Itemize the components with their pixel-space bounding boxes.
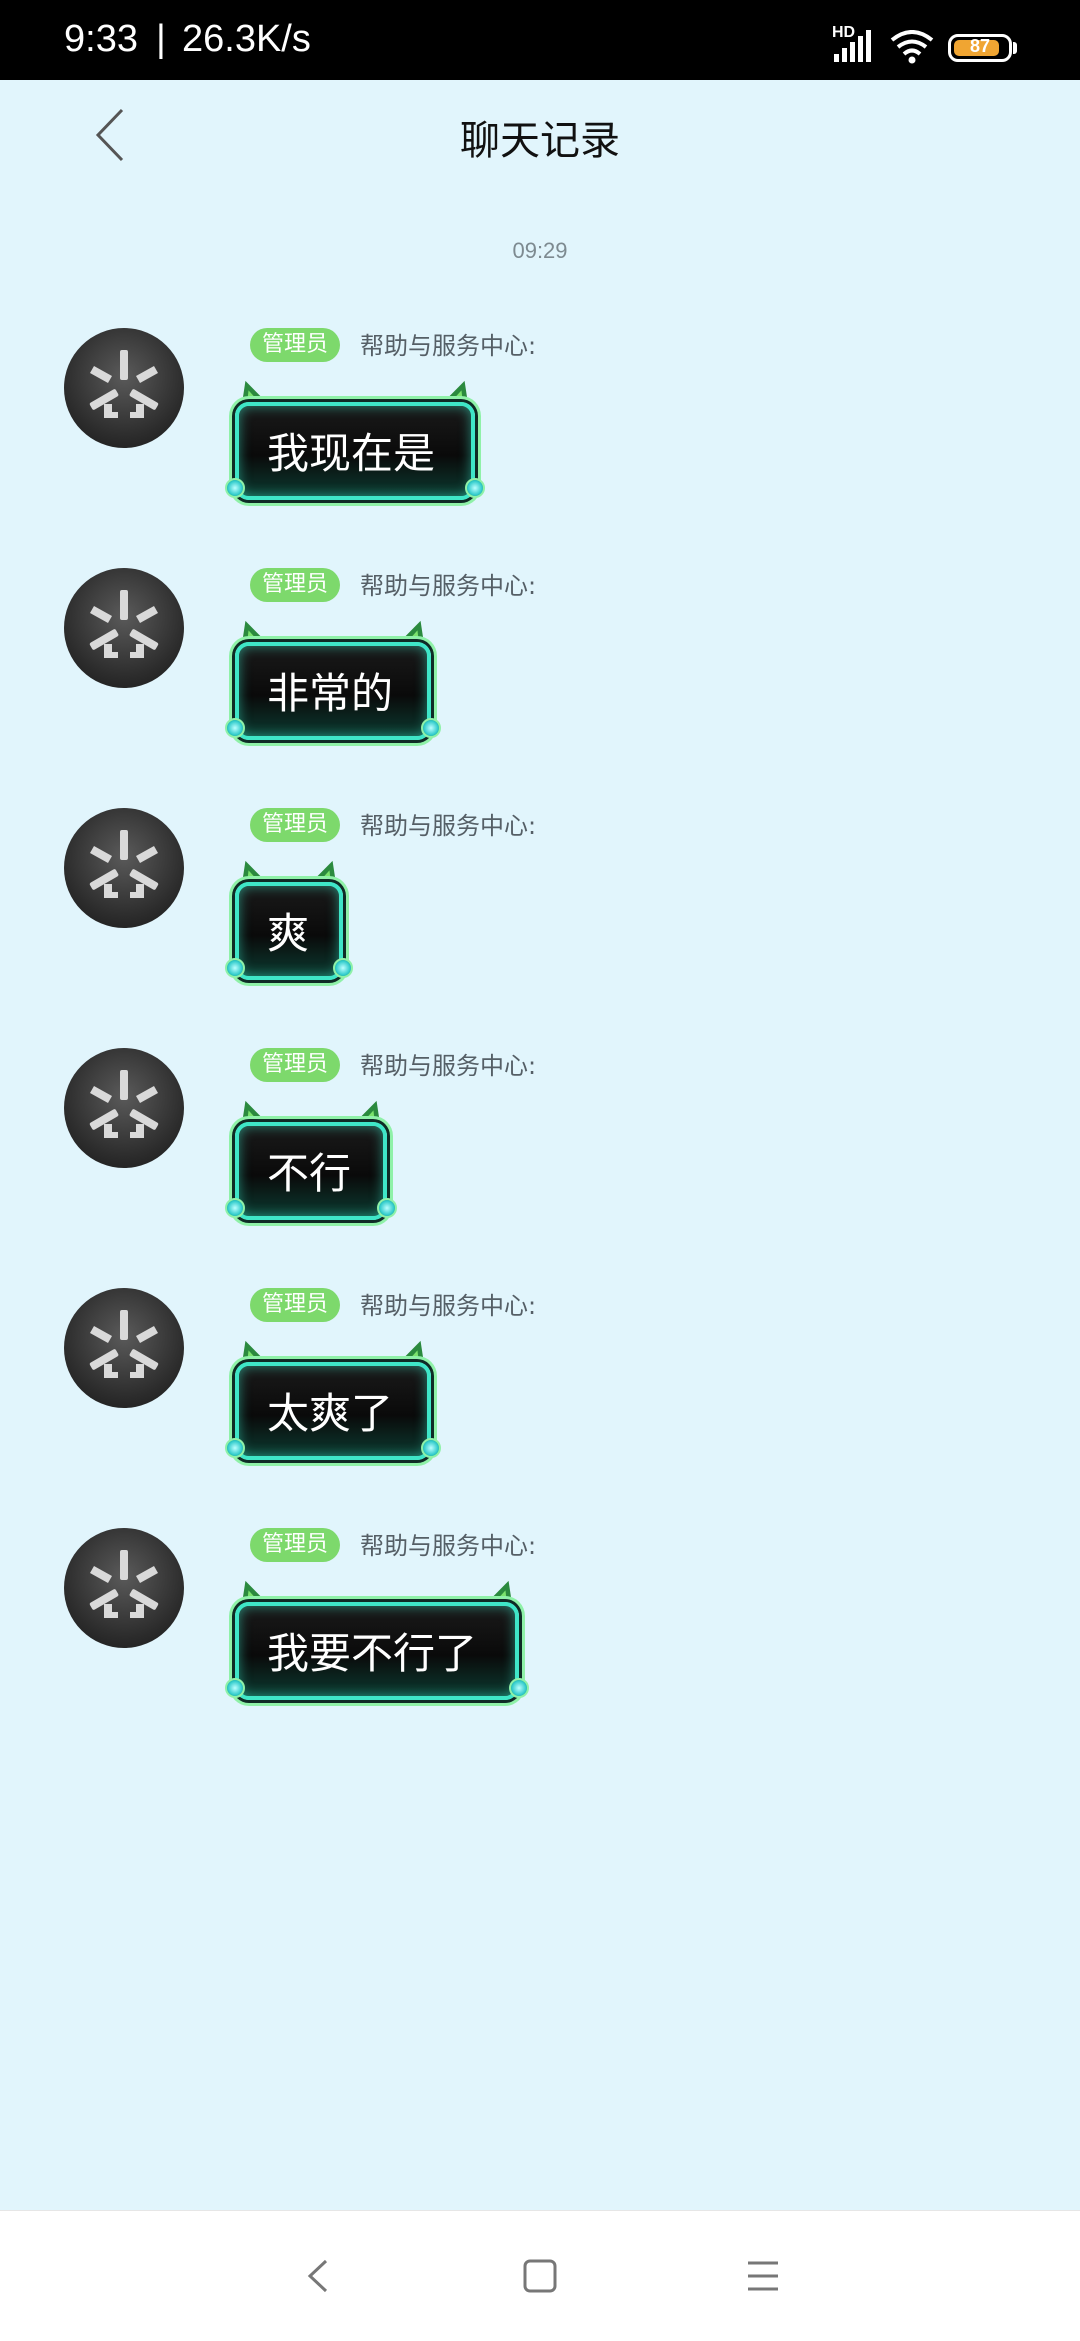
admin-badge: 管理员 [250,328,341,362]
chat-timestamp: 09:29 [512,238,568,263]
avatar[interactable] [64,328,184,448]
message-item: 管理员 帮助与服务中心: 非常的 [0,568,1080,768]
avatar[interactable] [64,568,184,688]
system-nav-bar [0,2210,1080,2341]
sender-name: 帮助与服务中心: [360,1532,537,1560]
sender-name: 帮助与服务中心: [360,572,537,600]
service-center-icon [89,830,159,898]
service-center-icon [89,590,159,658]
avatar[interactable] [64,808,184,928]
message-item: 管理员 帮助与服务中心: 我要不行了 [0,1528,1080,1728]
admin-badge: 管理员 [250,568,341,602]
message-item: 管理员 帮助与服务中心: 不行 [0,1048,1080,1248]
bubble-gem-left [225,1678,245,1698]
message-item: 管理员 帮助与服务中心: 爽 [0,808,1080,1008]
bubble-gem-right [377,1198,397,1218]
menu-lines-icon [748,2261,778,2291]
admin-badge: 管理员 [250,1288,341,1322]
bubble-gem-left [225,1198,245,1218]
avatar[interactable] [64,1288,184,1408]
bubble-gem-right [509,1678,529,1698]
bubble-gem-right [421,1438,441,1458]
message-bubble[interactable]: 非常的 [225,615,441,746]
service-center-icon [89,350,159,418]
message-text: 不行 [267,1149,352,1198]
bubble-gem-right [421,718,441,738]
message-text: 我现在是 [267,429,436,478]
avatar[interactable] [64,1048,184,1168]
battery-level: 87 [969,36,991,56]
signal-icon [834,30,871,62]
battery-icon: 87 [948,34,1012,62]
status-separator: | [156,18,166,60]
nav-back-button[interactable] [296,2253,342,2299]
message-text: 我要不行了 [267,1629,478,1678]
home-square-icon [523,2259,557,2293]
wifi-icon [890,30,934,64]
sender-name: 帮助与服务中心: [360,332,537,360]
message-text: 非常的 [267,669,394,718]
message-item: 管理员 帮助与服务中心: 太爽了 [0,1288,1080,1488]
admin-badge: 管理员 [250,1528,341,1562]
status-bar: 9:33 | 26.3K/s HD 87 [0,0,1080,80]
bubble-gem-right [465,478,485,498]
message-item: 管理员 帮助与服务中心: 我现在是 [0,328,1080,528]
message-bubble[interactable]: 我现在是 [225,375,485,506]
bubble-gem-left [225,718,245,738]
service-center-icon [89,1070,159,1138]
message-bubble[interactable]: 不行 [225,1095,397,1226]
message-bubble[interactable]: 我要不行了 [225,1575,529,1706]
avatar[interactable] [64,1528,184,1648]
bubble-gem-left [225,1438,245,1458]
bubble-gem-right [333,958,353,978]
sender-name: 帮助与服务中心: [360,1292,537,1320]
page-title: 聊天记录 [460,118,620,164]
admin-badge: 管理员 [250,808,341,842]
service-center-icon [89,1310,159,1378]
header: 聊天记录 [0,80,1080,190]
nav-menu-button[interactable] [740,2253,786,2299]
network-speed: 26.3K/s [182,18,311,60]
admin-badge: 管理员 [250,1048,341,1082]
sender-name: 帮助与服务中心: [360,1052,537,1080]
status-time: 9:33 [64,18,138,60]
message-text: 爽 [267,909,310,958]
nav-home-button[interactable] [517,2253,563,2299]
message-text: 太爽了 [267,1389,394,1438]
message-bubble[interactable]: 太爽了 [225,1335,441,1466]
battery-tip [1013,42,1017,54]
bubble-gem-left [225,478,245,498]
message-bubble[interactable]: 爽 [225,855,353,986]
service-center-icon [89,1550,159,1618]
sender-name: 帮助与服务中心: [360,812,537,840]
back-triangle-icon [307,2259,328,2293]
bubble-gem-left [225,958,245,978]
